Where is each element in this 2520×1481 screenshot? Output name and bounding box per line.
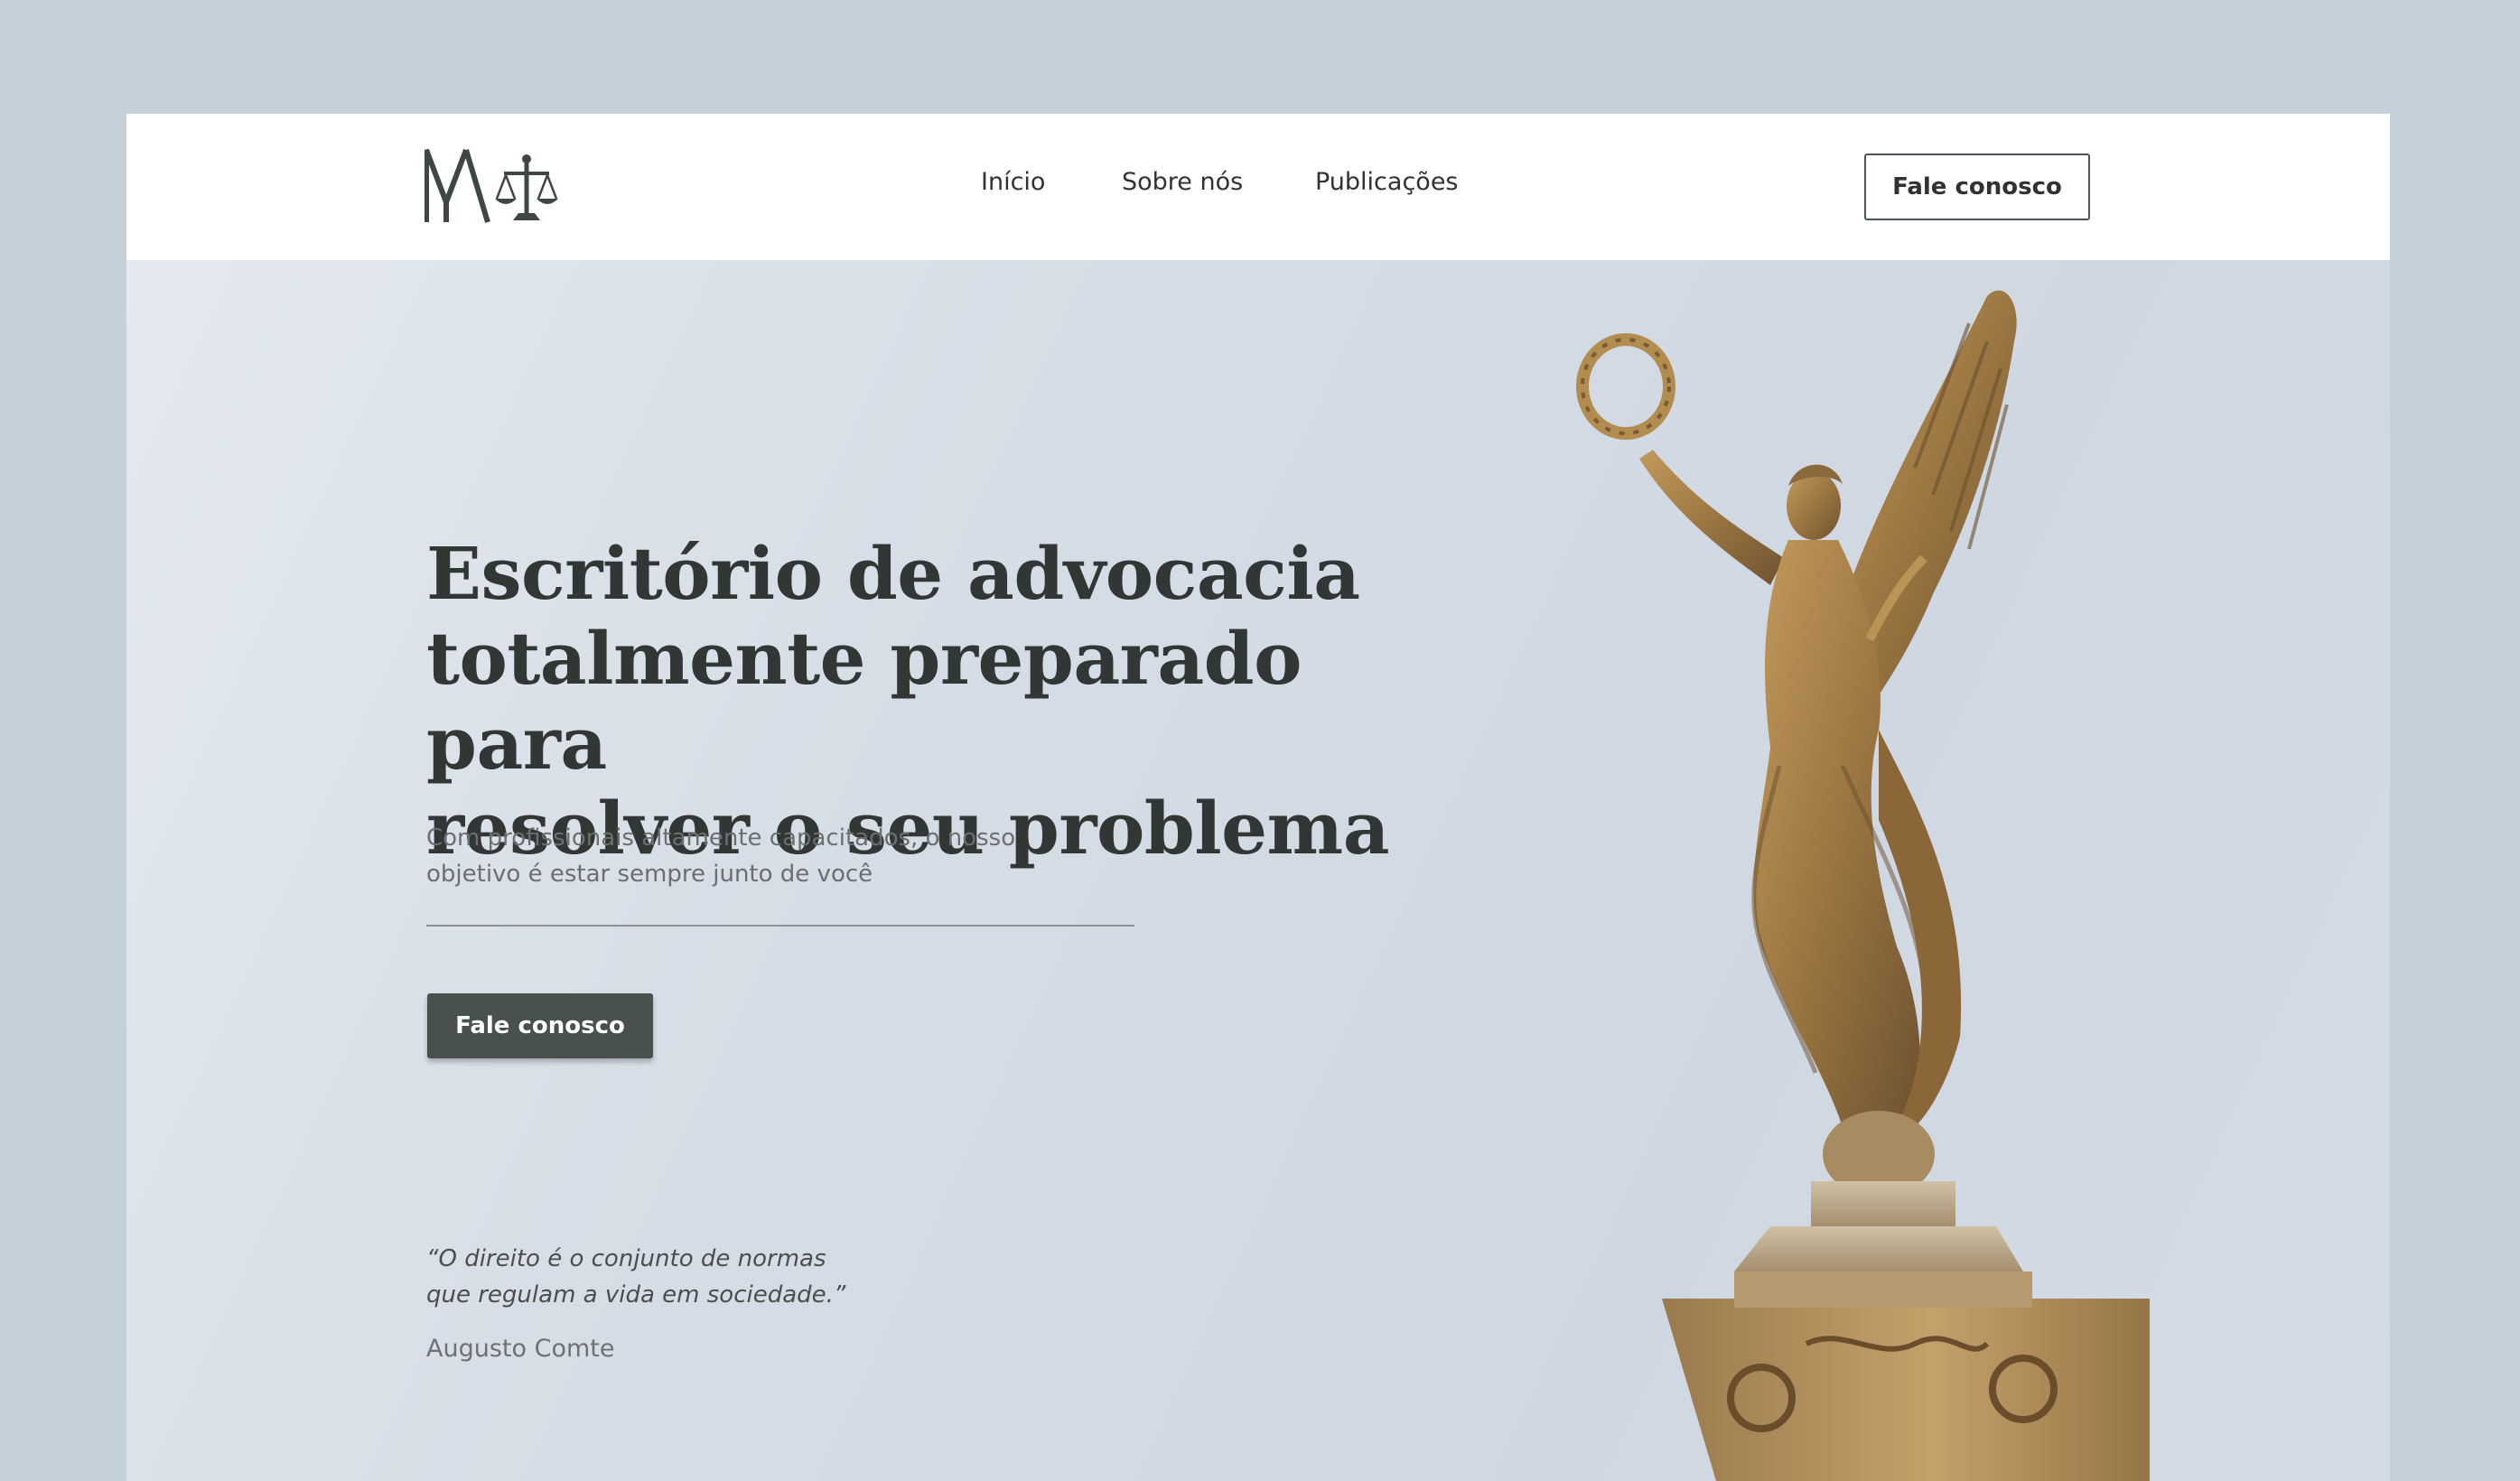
top-navbar: Início Sobre nós Publicações Fale conosc… — [126, 114, 2390, 260]
header-contact-button[interactable]: Fale conosco — [1864, 154, 2090, 220]
hero-section: Escritório de advocacia totalmente prepa… — [126, 260, 2390, 1481]
quote-author: Augusto Comte — [426, 1335, 615, 1363]
hero-title-line: Escritório de advocacia — [426, 531, 1360, 616]
hero-subtitle: Com profissionais altamente capacitados,… — [426, 820, 1059, 892]
hero-subtitle-line: Com profissionais altamente capacitados,… — [426, 824, 1016, 852]
logo-icon[interactable] — [425, 148, 569, 224]
hero-quote: “O direito é o conjunto de normas que re… — [426, 1241, 968, 1313]
hero-divider — [426, 925, 1134, 927]
winged-victory-statue-image — [1576, 290, 2150, 1481]
quote-line: que regulam a vida em sociedade.” — [426, 1281, 846, 1309]
nav-link-inicio[interactable]: Início — [981, 168, 1045, 196]
hero-subtitle-line: objetivo é estar sempre junto de você — [426, 861, 873, 888]
hero-contact-button[interactable]: Fale conosco — [427, 993, 653, 1058]
nav-link-sobre-nos[interactable]: Sobre nós — [1122, 168, 1243, 196]
landing-page-frame: Início Sobre nós Publicações Fale conosc… — [126, 114, 2390, 1481]
nav-link-publicacoes[interactable]: Publicações — [1315, 168, 1459, 196]
hero-title-line: totalmente preparado para — [426, 616, 1302, 786]
quote-line: “O direito é o conjunto de normas — [426, 1245, 826, 1272]
